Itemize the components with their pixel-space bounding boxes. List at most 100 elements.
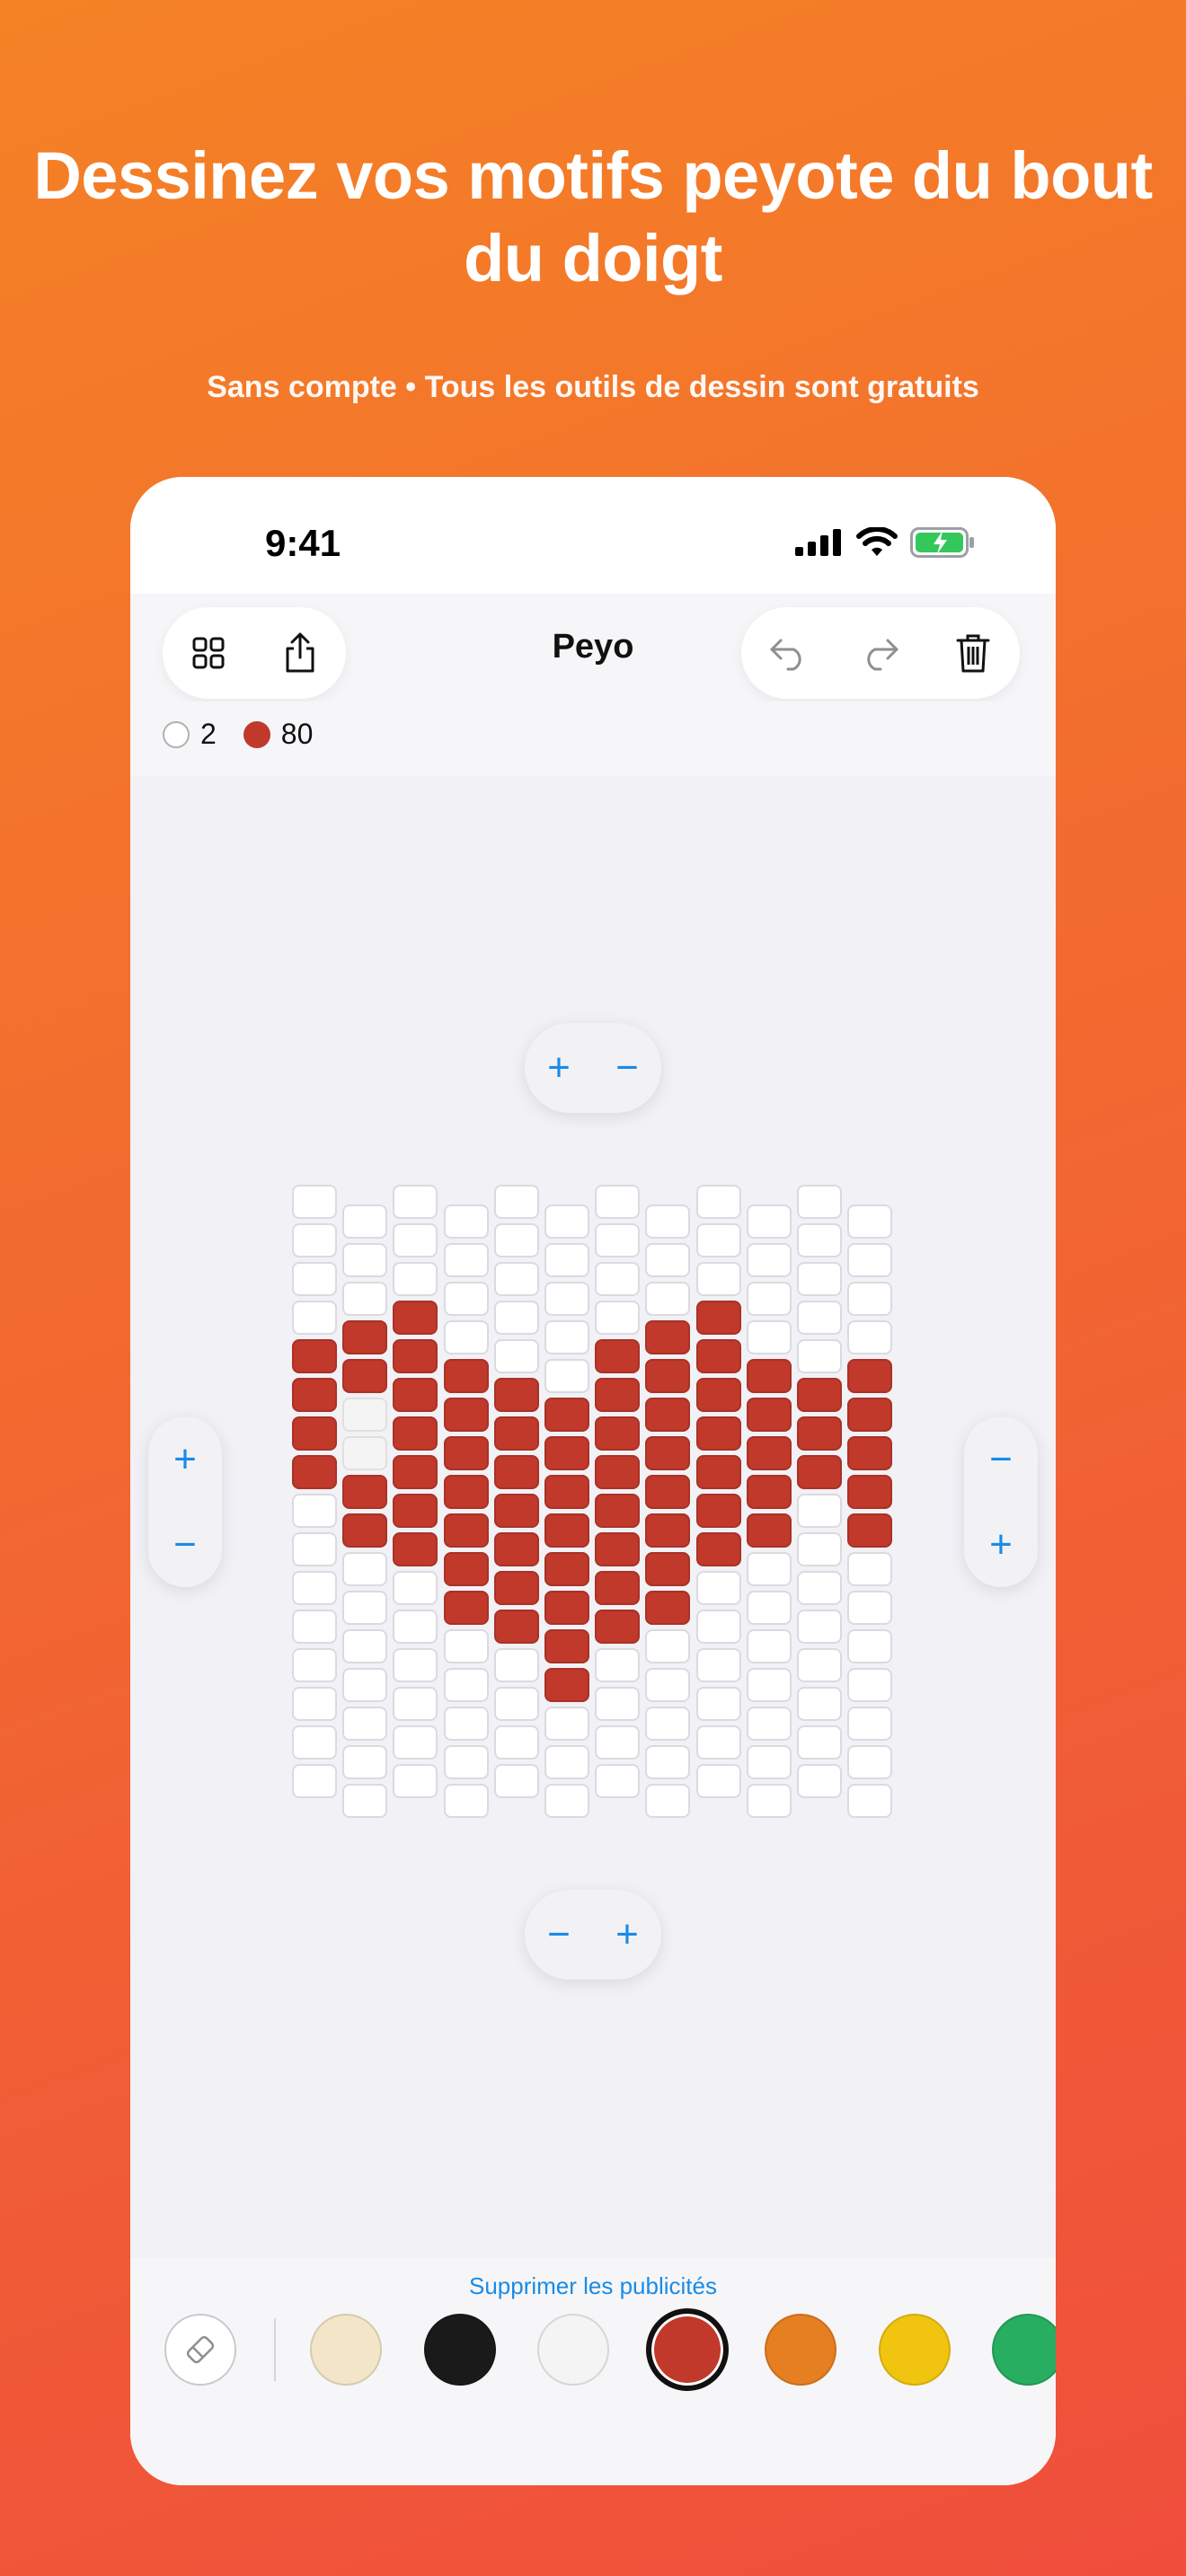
bead-cell[interactable] xyxy=(847,1707,893,1741)
bead-cell[interactable] xyxy=(797,1223,842,1257)
bead-cell[interactable] xyxy=(544,1513,589,1548)
bead-cell[interactable] xyxy=(493,1571,539,1605)
bead-cell[interactable] xyxy=(797,1185,842,1219)
bead-cell[interactable] xyxy=(797,1416,842,1451)
bead-cell[interactable] xyxy=(797,1648,842,1682)
bead-cell[interactable] xyxy=(292,1185,337,1219)
remove-left-column-button[interactable]: − xyxy=(173,1524,197,1565)
bead-cell[interactable] xyxy=(544,1475,589,1509)
bead-cell[interactable] xyxy=(493,1687,539,1721)
bead-cell[interactable] xyxy=(847,1282,893,1316)
bead-cell[interactable] xyxy=(493,1494,539,1528)
bead-cell[interactable] xyxy=(292,1301,337,1335)
bead-cell[interactable] xyxy=(393,1185,438,1219)
bead-cell[interactable] xyxy=(292,1378,337,1412)
bead-cell[interactable] xyxy=(695,1339,741,1373)
bead-cell[interactable] xyxy=(393,1687,438,1721)
bead-cell[interactable] xyxy=(544,1745,589,1779)
bead-cell[interactable] xyxy=(746,1629,792,1663)
color-swatch[interactable] xyxy=(310,2314,382,2386)
bead-cell[interactable] xyxy=(695,1223,741,1257)
remove-bottom-row-button[interactable]: − xyxy=(547,1915,571,1954)
bead-cell[interactable] xyxy=(695,1494,741,1528)
add-top-row-button[interactable]: + xyxy=(547,1048,571,1088)
bead-cell[interactable] xyxy=(393,1494,438,1528)
bead-cell[interactable] xyxy=(443,1513,489,1548)
bead-cell[interactable] xyxy=(746,1436,792,1470)
bead-cell[interactable] xyxy=(493,1610,539,1644)
bead-cell[interactable] xyxy=(645,1320,691,1354)
bead-cell[interactable] xyxy=(342,1668,388,1702)
bead-cell[interactable] xyxy=(847,1204,893,1239)
bead-cell[interactable] xyxy=(342,1513,388,1548)
color-swatch[interactable] xyxy=(992,2314,1056,2386)
bead-cell[interactable] xyxy=(544,1668,589,1702)
bead-cell[interactable] xyxy=(393,1532,438,1566)
bead-cell[interactable] xyxy=(342,1745,388,1779)
color-swatch[interactable] xyxy=(423,2314,496,2386)
bead-cell[interactable] xyxy=(544,1436,589,1470)
bead-cell[interactable] xyxy=(393,1725,438,1760)
bead-cell[interactable] xyxy=(342,1243,388,1277)
undo-button[interactable] xyxy=(742,607,834,699)
bead-cell[interactable] xyxy=(544,1629,589,1663)
bead-cell[interactable] xyxy=(645,1282,691,1316)
bead-cell[interactable] xyxy=(393,1416,438,1451)
bead-cell[interactable] xyxy=(393,1378,438,1412)
bead-cell[interactable] xyxy=(443,1359,489,1393)
bead-cell[interactable] xyxy=(342,1552,388,1586)
bead-cell[interactable] xyxy=(695,1764,741,1798)
bead-cell[interactable] xyxy=(645,1398,691,1432)
bead-cell[interactable] xyxy=(292,1455,337,1489)
bead-cell[interactable] xyxy=(443,1668,489,1702)
bead-cell[interactable] xyxy=(443,1282,489,1316)
bead-cell[interactable] xyxy=(292,1339,337,1373)
bead-cell[interactable] xyxy=(342,1320,388,1354)
bead-cell[interactable] xyxy=(645,1475,691,1509)
bead-cell[interactable] xyxy=(443,1591,489,1625)
bead-cell[interactable] xyxy=(695,1378,741,1412)
bead-cell[interactable] xyxy=(645,1243,691,1277)
bead-cell[interactable] xyxy=(493,1648,539,1682)
bead-cell[interactable] xyxy=(292,1764,337,1798)
bead-cell[interactable] xyxy=(544,1204,589,1239)
bead-cell[interactable] xyxy=(645,1436,691,1470)
bead-cell[interactable] xyxy=(746,1745,792,1779)
bead-cell[interactable] xyxy=(544,1359,589,1393)
bead-cell[interactable] xyxy=(797,1571,842,1605)
delete-button[interactable] xyxy=(927,607,1019,699)
add-left-column-button[interactable]: + xyxy=(173,1439,197,1479)
color-swatch[interactable] xyxy=(878,2314,951,2386)
bead-cell[interactable] xyxy=(797,1494,842,1528)
add-right-column-button[interactable]: + xyxy=(989,1524,1013,1565)
bead-cell[interactable] xyxy=(342,1204,388,1239)
remove-right-column-button[interactable]: − xyxy=(989,1439,1013,1479)
bead-cell[interactable] xyxy=(544,1707,589,1741)
bead-cell[interactable] xyxy=(292,1610,337,1644)
bead-cell[interactable] xyxy=(746,1784,792,1818)
bead-cell[interactable] xyxy=(847,1475,893,1509)
eraser-button[interactable] xyxy=(164,2314,236,2386)
bead-cell[interactable] xyxy=(595,1571,641,1605)
drawing-canvas[interactable] xyxy=(130,776,1056,2258)
bead-cell[interactable] xyxy=(797,1725,842,1760)
bead-cell[interactable] xyxy=(342,1591,388,1625)
bead-cell[interactable] xyxy=(595,1378,641,1412)
bead-cell[interactable] xyxy=(493,1532,539,1566)
bead-cell[interactable] xyxy=(847,1320,893,1354)
bead-cell[interactable] xyxy=(595,1339,641,1373)
bead-cell[interactable] xyxy=(847,1436,893,1470)
bead-cell[interactable] xyxy=(645,1629,691,1663)
bead-cell[interactable] xyxy=(443,1629,489,1663)
bead-cell[interactable] xyxy=(493,1764,539,1798)
bead-cell[interactable] xyxy=(393,1339,438,1373)
bead-cell[interactable] xyxy=(695,1455,741,1489)
bead-cell[interactable] xyxy=(595,1764,641,1798)
bead-cell[interactable] xyxy=(847,1243,893,1277)
bead-cell[interactable] xyxy=(746,1552,792,1586)
bead-cell[interactable] xyxy=(393,1764,438,1798)
bead-cell[interactable] xyxy=(847,1784,893,1818)
bead-cell[interactable] xyxy=(443,1784,489,1818)
bead-cell[interactable] xyxy=(797,1610,842,1644)
bead-cell[interactable] xyxy=(443,1552,489,1586)
